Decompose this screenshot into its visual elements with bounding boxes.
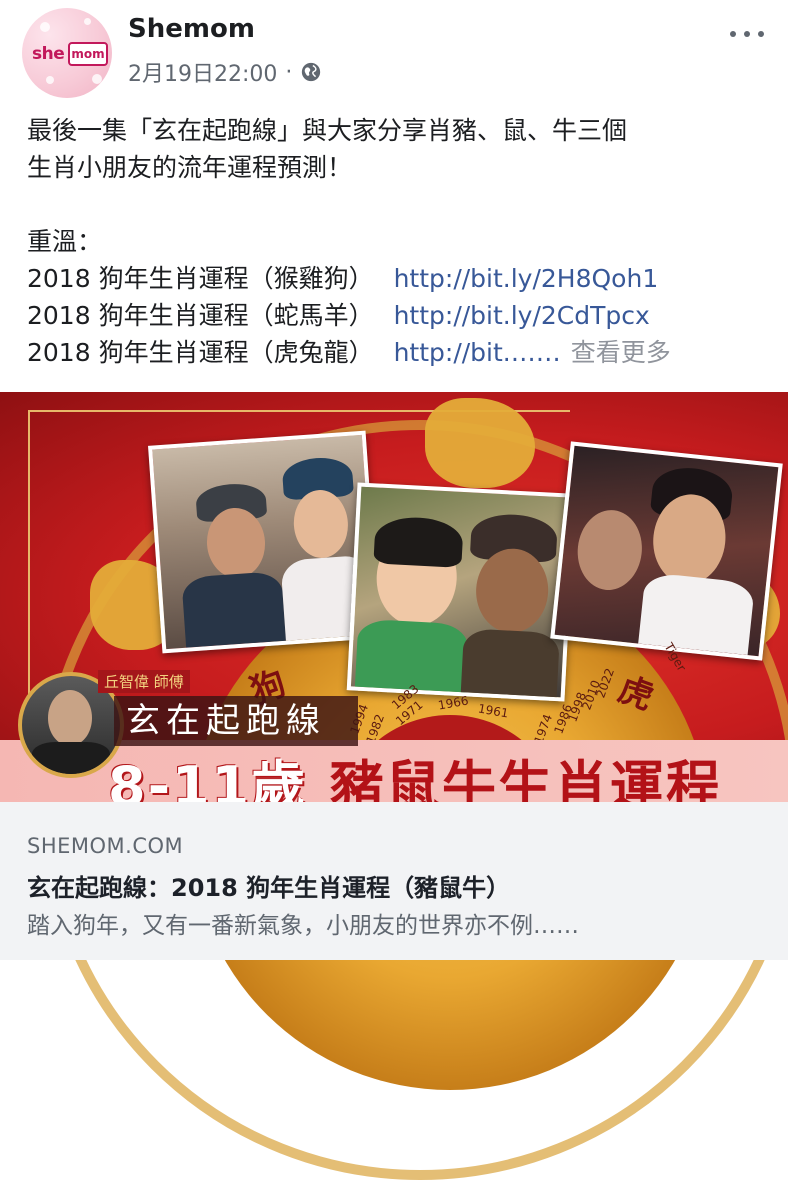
post-header: she mom Shemom 2月19日22:00 · (0, 0, 788, 100)
recap-label-text: 2018 狗年生肖運程（虎兔龍） (27, 338, 374, 367)
show-name-banner: 玄在起跑線 (114, 696, 358, 746)
presenter-suit (32, 742, 110, 774)
photo-mother-son (550, 441, 783, 661)
post-timestamp[interactable]: 2月19日22:00 (128, 56, 277, 88)
avatar-logo-she: she (32, 44, 65, 64)
photo-person (638, 571, 756, 656)
photo-person (460, 628, 560, 702)
photo-father-son-1 (148, 430, 380, 654)
recap-label-text: 2018 狗年生肖運程（猴雞狗） (27, 264, 374, 293)
post-body-line: 生肖小朋友的流年運程預測！ (27, 153, 353, 182)
recap-row: 2018 狗年生肖運程（猴雞狗） http://bit.ly/2H8Qoh1 (27, 260, 767, 297)
recap-link[interactable]: http://bit.ly/2CdTpcx (394, 301, 650, 330)
presenter-face (48, 690, 92, 746)
photo-person (291, 488, 351, 560)
photo-father-son-2 (346, 482, 576, 702)
meta-separator: · (285, 59, 293, 85)
globe-icon[interactable] (300, 61, 322, 83)
post-body-line: 最後一集「玄在起跑線」與大家分享肖豬、鼠、牛三個 (27, 116, 628, 145)
link-description: 踏入狗年，又有一番新氣象，小朋友的世界亦不例…… (27, 913, 579, 939)
recap-row: 2018 狗年生肖運程（虎兔龍） http://bit.…… 查看更多 (27, 334, 767, 371)
recap-label: 重溫： (27, 227, 103, 256)
photo-person (373, 515, 464, 568)
recap-link[interactable]: http://bit.ly/2H8Qoh1 (394, 264, 659, 293)
link-title[interactable]: 玄在起跑線：2018 狗年生肖運程（豬鼠牛） (27, 868, 510, 903)
page-name-link[interactable]: Shemom (128, 14, 255, 44)
see-more-link[interactable]: 查看更多 (571, 338, 671, 367)
more-dot-icon (758, 31, 764, 37)
post-body: 最後一集「玄在起跑線」與大家分享肖豬、鼠、牛三個 生肖小朋友的流年運程預測！ 重… (27, 112, 767, 371)
avatar-logo-mom: mom (68, 42, 108, 66)
more-options-button[interactable] (730, 24, 764, 44)
link-domain: SHEMOM.COM (27, 834, 184, 858)
photo-person (181, 570, 286, 648)
more-dot-icon (744, 31, 750, 37)
recap-row: 2018 狗年生肖運程（蛇馬羊） http://bit.ly/2CdTpcx (27, 297, 767, 334)
page-avatar[interactable]: she mom (22, 8, 112, 98)
recap-link[interactable]: http://bit.…… (394, 338, 561, 367)
recap-label-text: 2018 狗年生肖運程（蛇馬羊） (27, 301, 374, 330)
more-dot-icon (730, 31, 736, 37)
presenter-name-label: 丘智偉 師傅 (98, 670, 190, 693)
photo-person (573, 506, 646, 594)
post-meta: 2月19日22:00 · (128, 56, 322, 88)
